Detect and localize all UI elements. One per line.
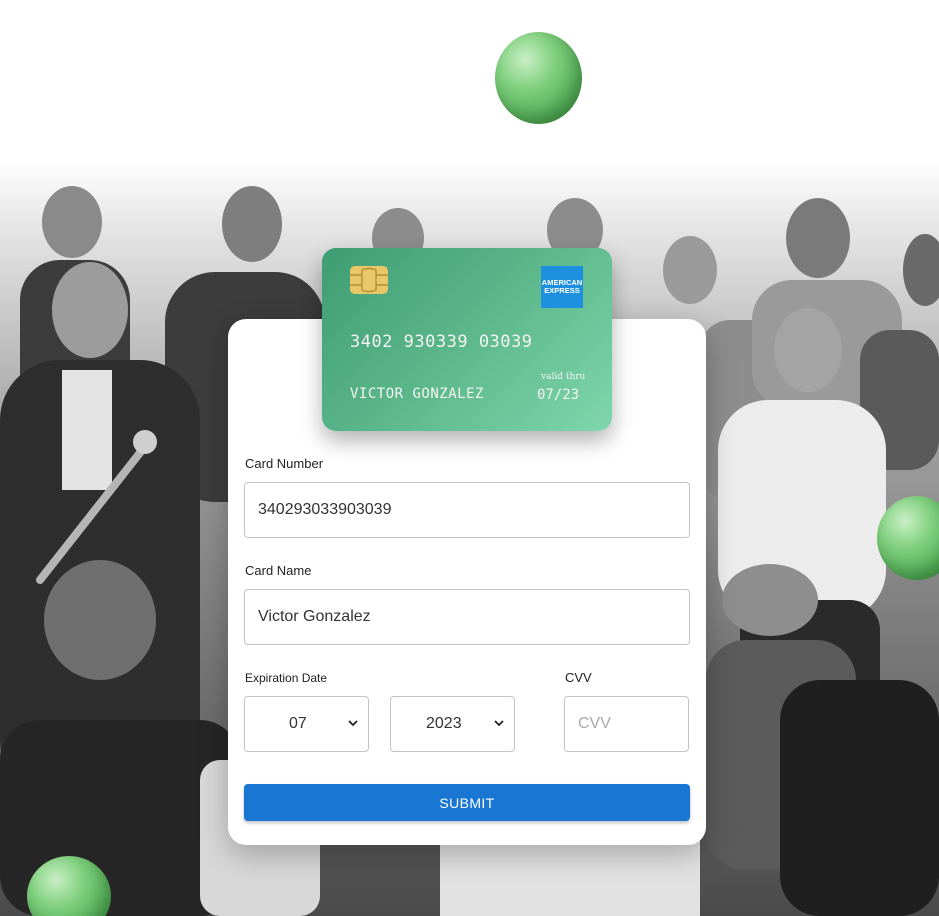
submit-button[interactable]: SUBMIT bbox=[244, 784, 690, 821]
card-name-label: Card Name bbox=[245, 563, 312, 578]
card-number-label: Card Number bbox=[245, 456, 324, 471]
green-balloon bbox=[495, 32, 582, 124]
card-preview-number: 3402 930339 03039 bbox=[350, 332, 533, 352]
valid-thru-label: valid thru bbox=[541, 372, 586, 382]
chip-icon bbox=[350, 266, 388, 294]
month-select[interactable]: 07 bbox=[244, 696, 369, 752]
amex-logo-line2: EXPRESS bbox=[544, 286, 580, 295]
expiration-date-label: Expiration Date bbox=[245, 671, 328, 685]
card-preview-expiry: 07/23 bbox=[537, 387, 580, 403]
card-preview-holder: VICTOR GONZALEZ bbox=[350, 386, 484, 402]
card-number-input[interactable]: 340293033903039 bbox=[244, 482, 690, 538]
chevron-down-icon bbox=[348, 720, 358, 727]
credit-card-preview: AMERICAN EXPRESS 3402 930339 03039 valid… bbox=[322, 248, 612, 431]
year-select-value: 2023 bbox=[426, 715, 462, 732]
month-select-value: 07 bbox=[289, 715, 307, 732]
year-select[interactable]: 2023 bbox=[390, 696, 515, 752]
amex-logo: AMERICAN EXPRESS bbox=[541, 266, 583, 308]
card-name-input[interactable]: Victor Gonzalez bbox=[244, 589, 690, 645]
cvv-label: CVV bbox=[565, 670, 592, 685]
cvv-input[interactable]: CVV bbox=[564, 696, 689, 752]
chevron-down-icon bbox=[494, 720, 504, 727]
cvv-placeholder: CVV bbox=[578, 715, 611, 732]
